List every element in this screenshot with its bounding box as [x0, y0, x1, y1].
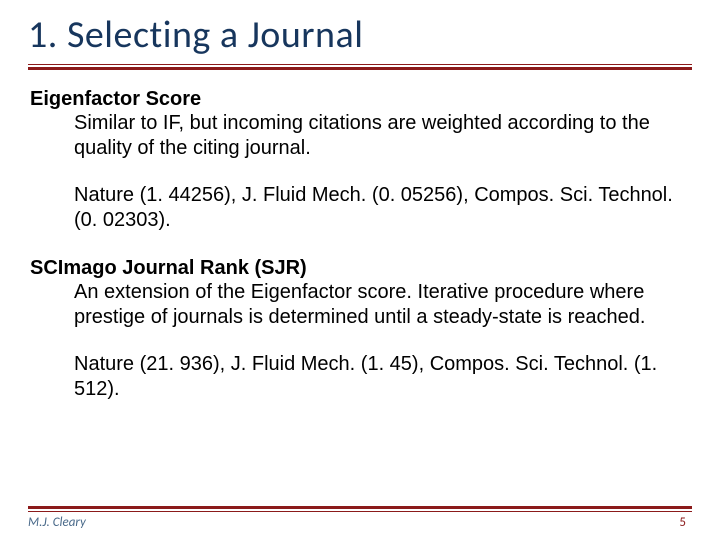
section-heading: Eigenfactor Score [30, 88, 690, 111]
section-data: Nature (21. 936), J. Fluid Mech. (1. 45)… [74, 352, 690, 402]
footer-rule [28, 506, 692, 512]
page-title: 1. Selecting a Journal [28, 12, 692, 58]
footer: M.J. Cleary 5 [0, 506, 720, 530]
title-rule [28, 64, 692, 70]
body: Eigenfactor Score Similar to IF, but inc… [28, 88, 692, 402]
section-sjr: SCImago Journal Rank (SJR) An extension … [30, 257, 690, 402]
slide: 1. Selecting a Journal Eigenfactor Score… [0, 0, 720, 540]
footer-author: M.J. Cleary [28, 515, 86, 530]
section-eigenfactor: Eigenfactor Score Similar to IF, but inc… [30, 88, 690, 233]
section-heading: SCImago Journal Rank (SJR) [30, 257, 690, 280]
section-description: An extension of the Eigenfactor score. I… [74, 280, 690, 330]
title-block: 1. Selecting a Journal [28, 12, 692, 70]
section-description: Similar to IF, but incoming citations ar… [74, 111, 690, 161]
section-data: Nature (1. 44256), J. Fluid Mech. (0. 05… [74, 183, 690, 233]
footer-row: M.J. Cleary 5 [28, 515, 692, 530]
footer-page-number: 5 [679, 515, 692, 530]
